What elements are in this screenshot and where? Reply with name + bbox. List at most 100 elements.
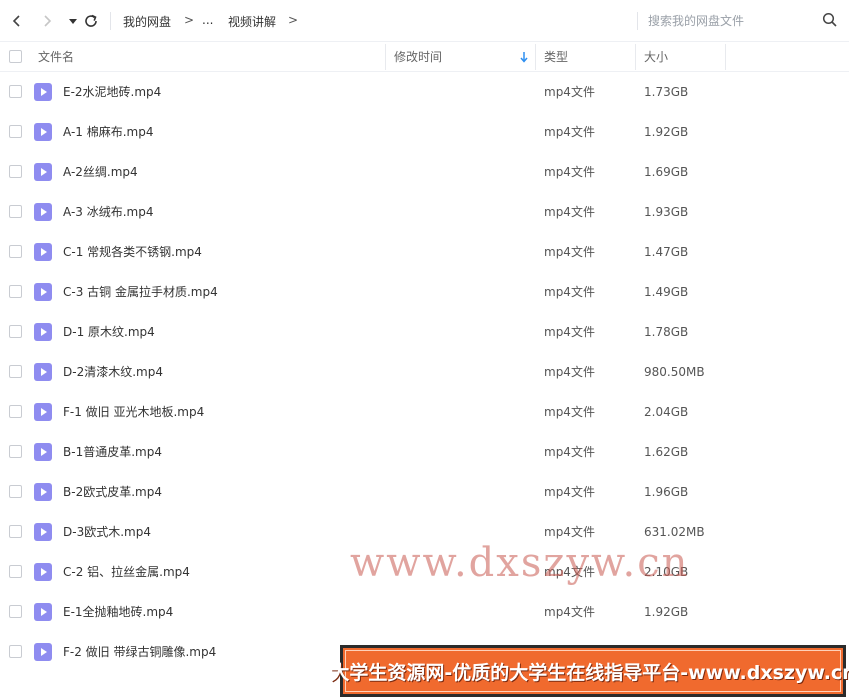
file-type: mp4文件	[544, 605, 595, 619]
file-name[interactable]: A-2丝绸.mp4	[63, 152, 138, 192]
file-name[interactable]: F-1 做旧 亚光木地板.mp4	[63, 392, 204, 432]
file-type: mp4文件	[544, 165, 595, 179]
file-size: 2.04GB	[644, 405, 689, 419]
table-row[interactable]: E-1全抛釉地砖.mp4 mp4文件 1.92GB	[0, 592, 849, 632]
file-size: 1.78GB	[644, 325, 689, 339]
file-type: mp4文件	[544, 205, 595, 219]
toolbar-divider	[110, 12, 111, 30]
table-row[interactable]: E-2水泥地砖.mp4 mp4文件 1.73GB	[0, 72, 849, 112]
file-name[interactable]: C-1 常规各类不锈钢.mp4	[63, 232, 202, 272]
column-header-name[interactable]: 文件名	[38, 42, 74, 72]
row-checkbox[interactable]	[9, 285, 22, 298]
video-file-icon	[34, 483, 52, 501]
row-checkbox[interactable]	[9, 565, 22, 578]
row-checkbox[interactable]	[9, 245, 22, 258]
column-divider[interactable]	[385, 44, 386, 70]
file-type: mp4文件	[544, 325, 595, 339]
breadcrumb-root[interactable]: 我的网盘	[123, 13, 171, 30]
video-file-icon	[34, 363, 52, 381]
sort-descending-icon[interactable]	[519, 51, 529, 63]
table-row[interactable]: B-2欧式皮革.mp4 mp4文件 1.96GB	[0, 472, 849, 512]
column-divider[interactable]	[535, 44, 536, 70]
file-size: 2.10GB	[644, 565, 689, 579]
file-type: mp4文件	[544, 485, 595, 499]
row-checkbox[interactable]	[9, 485, 22, 498]
row-checkbox[interactable]	[9, 125, 22, 138]
file-name[interactable]: B-1普通皮革.mp4	[63, 432, 162, 472]
row-checkbox[interactable]	[9, 85, 22, 98]
video-file-icon	[34, 163, 52, 181]
table-row[interactable]: A-2丝绸.mp4 mp4文件 1.69GB	[0, 152, 849, 192]
breadcrumb-separator: >	[184, 13, 195, 27]
row-checkbox[interactable]	[9, 405, 22, 418]
refresh-icon[interactable]	[80, 10, 102, 32]
file-name[interactable]: D-3欧式木.mp4	[63, 512, 151, 552]
breadcrumb-current[interactable]: 视频讲解	[228, 13, 276, 30]
forward-arrow-icon[interactable]	[36, 10, 58, 32]
video-file-icon	[34, 323, 52, 341]
table-row[interactable]: C-1 常规各类不锈钢.mp4 mp4文件 1.47GB	[0, 232, 849, 272]
file-size: 1.73GB	[644, 85, 689, 99]
table-row[interactable]: D-1 原木纹.mp4 mp4文件 1.78GB	[0, 312, 849, 352]
row-checkbox[interactable]	[9, 365, 22, 378]
column-divider[interactable]	[635, 44, 636, 70]
file-type: mp4文件	[544, 85, 595, 99]
video-file-icon	[34, 523, 52, 541]
toolbar: 我的网盘 > ... 视频讲解 >	[0, 0, 849, 42]
file-name[interactable]: A-1 棉麻布.mp4	[63, 112, 153, 152]
file-size: 1.49GB	[644, 285, 689, 299]
search-input[interactable]	[648, 10, 818, 32]
search-icon[interactable]	[822, 12, 840, 30]
row-checkbox[interactable]	[9, 645, 22, 658]
video-file-icon	[34, 283, 52, 301]
row-checkbox[interactable]	[9, 445, 22, 458]
file-type: mp4文件	[544, 405, 595, 419]
file-type: mp4文件	[544, 565, 595, 579]
video-file-icon	[34, 123, 52, 141]
file-name[interactable]: D-2清漆木纹.mp4	[63, 352, 163, 392]
file-size: 980.50MB	[644, 365, 705, 379]
row-checkbox[interactable]	[9, 165, 22, 178]
table-row[interactable]: F-1 做旧 亚光木地板.mp4 mp4文件 2.04GB	[0, 392, 849, 432]
back-arrow-icon[interactable]	[6, 10, 28, 32]
video-file-icon	[34, 443, 52, 461]
table-row[interactable]: D-3欧式木.mp4 mp4文件 631.02MB	[0, 512, 849, 552]
table-row[interactable]: A-3 冰绒布.mp4 mp4文件 1.93GB	[0, 192, 849, 232]
video-file-icon	[34, 643, 52, 661]
file-type: mp4文件	[544, 245, 595, 259]
file-type: mp4文件	[544, 445, 595, 459]
column-header-size[interactable]: 大小	[644, 42, 668, 72]
file-name[interactable]: E-2水泥地砖.mp4	[63, 72, 161, 112]
row-checkbox[interactable]	[9, 205, 22, 218]
row-checkbox[interactable]	[9, 325, 22, 338]
row-checkbox[interactable]	[9, 605, 22, 618]
file-size: 1.62GB	[644, 445, 689, 459]
video-file-icon	[34, 83, 52, 101]
file-name[interactable]: B-2欧式皮革.mp4	[63, 472, 162, 512]
table-row[interactable]: C-3 古铜 金属拉手材质.mp4 mp4文件 1.49GB	[0, 272, 849, 312]
watermark-banner: 大学生资源网-优质的大学生在线指导平台-www.dxszyw.cn	[330, 645, 849, 697]
column-divider[interactable]	[725, 44, 726, 70]
file-list: E-2水泥地砖.mp4 mp4文件 1.73GB A-1 棉麻布.mp4 mp4文件 1…	[0, 72, 849, 672]
file-size: 1.92GB	[644, 605, 689, 619]
row-checkbox[interactable]	[9, 525, 22, 538]
video-file-icon	[34, 603, 52, 621]
column-header-type[interactable]: 类型	[544, 42, 568, 72]
table-row[interactable]: B-1普通皮革.mp4 mp4文件 1.62GB	[0, 432, 849, 472]
table-row[interactable]: C-2 铝、拉丝金属.mp4 mp4文件 2.10GB	[0, 552, 849, 592]
file-name[interactable]: D-1 原木纹.mp4	[63, 312, 155, 352]
file-name[interactable]: A-3 冰绒布.mp4	[63, 192, 153, 232]
select-all-checkbox[interactable]	[9, 50, 22, 63]
video-file-icon	[34, 243, 52, 261]
file-name[interactable]: E-1全抛釉地砖.mp4	[63, 592, 173, 632]
video-file-icon	[34, 203, 52, 221]
table-row[interactable]: D-2清漆木纹.mp4 mp4文件 980.50MB	[0, 352, 849, 392]
breadcrumb-ellipsis[interactable]: ...	[202, 13, 213, 27]
file-type: mp4文件	[544, 285, 595, 299]
file-name[interactable]: C-3 古铜 金属拉手材质.mp4	[63, 272, 218, 312]
file-size: 1.92GB	[644, 125, 689, 139]
table-row[interactable]: A-1 棉麻布.mp4 mp4文件 1.92GB	[0, 112, 849, 152]
file-name[interactable]: C-2 铝、拉丝金属.mp4	[63, 552, 190, 592]
column-header-modified[interactable]: 修改时间	[394, 42, 442, 72]
file-name[interactable]: F-2 做旧 带绿古铜雕像.mp4	[63, 632, 216, 672]
